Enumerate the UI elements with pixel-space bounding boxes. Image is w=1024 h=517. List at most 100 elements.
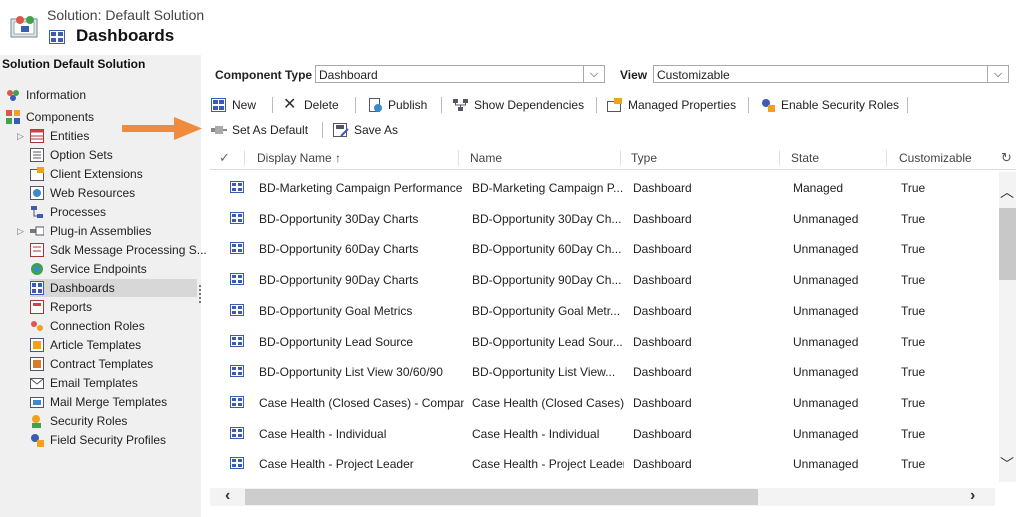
cell-name: BD-Opportunity Goal Metr... <box>472 303 621 318</box>
cell-type: Dashboard <box>633 273 692 288</box>
select-all-checkmark-icon[interactable]: ✓ <box>219 150 230 166</box>
scroll-up-icon[interactable]: ︿ <box>1000 185 1014 199</box>
reports-icon <box>30 300 44 314</box>
cell-type: Dashboard <box>633 365 692 380</box>
table-row[interactable]: BD-Opportunity 30Day Charts BD-Opportuni… <box>210 204 996 234</box>
cell-display-name: Case Health (Closed Cases) - Company <box>259 395 464 410</box>
pin-icon <box>211 123 227 137</box>
cell-customizable: True <box>901 211 926 226</box>
processes-icon <box>30 205 44 219</box>
cell-name: BD-Marketing Campaign P... <box>472 181 624 195</box>
cell-type: Dashboard <box>633 211 692 226</box>
cell-display-name: BD-Opportunity 90Day Charts <box>259 273 419 288</box>
view-label: View <box>620 68 648 82</box>
dependencies-icon <box>453 98 469 112</box>
column-separator <box>886 150 887 166</box>
component-type-select[interactable]: Dashboard ⌵ <box>315 65 605 83</box>
table-row[interactable]: BD-Opportunity 90Day Charts BD-Opportuni… <box>210 265 996 295</box>
cell-state: Unmanaged <box>793 334 859 349</box>
scroll-right-icon[interactable]: › <box>970 487 975 505</box>
cell-customizable: True <box>901 273 926 288</box>
scroll-down-icon[interactable]: ﹀ <box>1000 457 1014 471</box>
plugin-assemblies-expand-icon[interactable]: ▷ <box>17 226 24 237</box>
cell-customizable: True <box>901 303 926 318</box>
dashboards-icon <box>30 281 44 295</box>
view-select[interactable]: Customizable ⌵ <box>653 65 1009 83</box>
column-header-display-name[interactable]: Display Name ↑ <box>257 151 341 165</box>
managed-properties-icon <box>607 98 623 112</box>
security-roles-icon <box>760 98 776 112</box>
cell-name: BD-Opportunity 30Day Ch... <box>472 211 622 226</box>
cell-type: Dashboard <box>633 457 692 472</box>
table-row[interactable]: BD-Marketing Campaign Performance BD-Mar… <box>210 173 996 203</box>
column-header-type[interactable]: Type <box>631 151 657 165</box>
table-row[interactable]: Case Health - Project Leader Case Health… <box>210 449 996 479</box>
toolbar-separator <box>355 97 356 113</box>
sidebar-item-dashboards[interactable]: Dashboards <box>30 279 197 297</box>
components-icon <box>6 110 20 124</box>
cell-state: Unmanaged <box>793 457 859 472</box>
column-header-state[interactable]: State <box>791 151 819 165</box>
table-row[interactable]: BD-Opportunity Goal Metrics BD-Opportuni… <box>210 296 996 326</box>
scroll-left-icon[interactable]: ‹ <box>225 487 230 505</box>
cell-display-name: BD-Opportunity Goal Metrics <box>259 303 413 318</box>
table-row[interactable]: Case Health - Individual Case Health - I… <box>210 419 996 449</box>
option-sets-icon <box>30 148 44 162</box>
entities-expand-icon[interactable]: ▷ <box>17 131 24 142</box>
cell-state: Unmanaged <box>793 426 859 441</box>
cell-customizable: True <box>901 334 926 349</box>
cell-type: Dashboard <box>633 181 692 195</box>
cell-type: Dashboard <box>633 303 692 318</box>
sdk-message-icon <box>30 243 44 257</box>
sidebar-title: Solution Default Solution <box>2 57 146 71</box>
connection-roles-icon <box>30 319 44 333</box>
cell-customizable: True <box>901 457 926 472</box>
vertical-scrollbar-thumb[interactable] <box>999 208 1016 280</box>
cell-display-name: BD-Marketing Campaign Performance <box>259 181 463 195</box>
column-header-name[interactable]: Name <box>470 151 502 165</box>
toolbar-separator <box>596 97 597 113</box>
toolbar-separator <box>748 97 749 113</box>
cell-type: Dashboard <box>633 426 692 441</box>
contract-templates-icon <box>30 357 44 371</box>
dashboard-icon <box>230 395 244 408</box>
cell-display-name: BD-Opportunity 30Day Charts <box>259 211 419 226</box>
cell-customizable: True <box>901 395 926 410</box>
dashboard-icon <box>230 334 244 347</box>
refresh-icon[interactable]: ↻ <box>1001 150 1012 166</box>
web-resources-icon <box>30 186 44 200</box>
horizontal-scrollbar-thumb[interactable] <box>245 489 758 505</box>
client-extensions-icon <box>30 167 44 181</box>
cell-name: Case Health - Project Leader <box>472 457 624 472</box>
sidebar-resize-handle[interactable] <box>199 285 203 303</box>
annotation-arrow-icon <box>122 115 202 146</box>
toolbar-separator <box>907 97 908 113</box>
cell-customizable: True <box>901 181 926 195</box>
cell-customizable: True <box>901 426 926 441</box>
table-row[interactable]: BD-Opportunity Lead Source BD-Opportunit… <box>210 327 996 357</box>
dashboard-icon <box>230 457 244 470</box>
cell-state: Managed <box>793 181 844 195</box>
cell-display-name: BD-Opportunity List View 30/60/90 <box>259 365 443 380</box>
toolbar-separator <box>441 97 442 113</box>
toolbar-separator <box>322 122 323 138</box>
cell-display-name: Case Health - Project Leader <box>259 457 414 472</box>
table-row[interactable]: BD-Opportunity List View 30/60/90 BD-Opp… <box>210 357 996 387</box>
cell-state: Unmanaged <box>793 273 859 288</box>
component-type-label: Component Type <box>215 68 313 82</box>
entities-icon <box>30 129 44 143</box>
column-separator <box>779 150 780 166</box>
cell-state: Unmanaged <box>793 303 859 318</box>
cell-customizable: True <box>901 365 926 380</box>
table-row[interactable]: BD-Opportunity 60Day Charts BD-Opportuni… <box>210 234 996 264</box>
toolbar-separator <box>272 97 273 113</box>
dashboard-icon <box>230 365 244 378</box>
cell-name: BD-Opportunity 60Day Ch... <box>472 242 622 257</box>
column-header-customizable[interactable]: Customizable <box>899 151 972 165</box>
dashboard-icon <box>230 303 244 316</box>
table-row[interactable]: Case Health (Closed Cases) - Company Cas… <box>210 388 996 418</box>
plugin-assemblies-icon <box>30 224 45 238</box>
dashboard-icon <box>230 211 244 224</box>
chevron-down-icon: ⌵ <box>987 66 1008 82</box>
mail-merge-templates-icon <box>30 395 44 409</box>
